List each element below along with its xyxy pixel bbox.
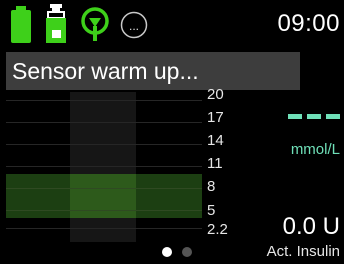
grid-line [6,228,202,229]
banner-message: Sensor warm up... [12,58,199,84]
page-indicator[interactable] [162,247,202,259]
insulin-reservoir-icon[interactable] [44,4,68,44]
y-tick-label: 8 [207,178,216,195]
y-tick-label: 17 [207,109,224,126]
no-reading-dash [307,114,321,119]
grid-line [6,144,202,145]
grid-line [6,100,202,101]
no-reading-dash [288,114,302,119]
active-insulin-label: Act. Insulin [266,243,340,260]
page-dot [182,247,192,257]
grid-line [6,188,202,189]
no-reading-dash [326,114,340,119]
target-band-highlight [70,174,136,218]
y-tick-label: 5 [207,202,216,219]
page-dot-active [162,247,172,257]
more-options-icon[interactable]: ... [120,10,148,40]
y-tick-label: 11 [207,155,223,172]
y-tick-label: 2.2 [207,221,228,238]
glucose-unit: mmol/L [290,141,340,158]
y-tick-label: 20 [207,86,224,103]
target-range-band [6,174,202,218]
clock-time: 09:00 [277,10,340,37]
grid-line [6,166,202,167]
sensor-glucose-value[interactable] [288,114,340,119]
glucose-chart[interactable] [6,92,202,242]
more-options-label: ... [129,19,139,33]
grid-line [6,210,202,211]
grid-line [6,122,202,123]
y-tick-label: 14 [207,132,224,149]
status-bar: ... 09:00 [0,0,344,46]
sensor-warmup-banner[interactable]: Sensor warm up... [6,52,300,90]
battery-icon[interactable] [10,6,32,44]
chart-column-highlight [70,92,136,242]
sensor-connection-icon[interactable] [80,6,110,42]
active-insulin-value[interactable]: 0.0 U [283,213,340,241]
